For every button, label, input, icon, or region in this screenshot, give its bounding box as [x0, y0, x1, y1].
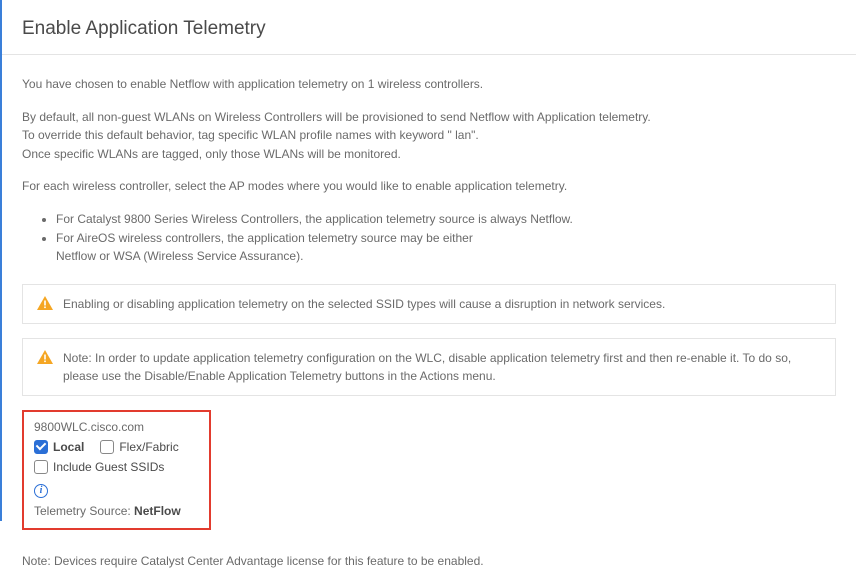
alert-note-text: Note: In order to update application tel… [63, 349, 821, 385]
telemetry-source: Telemetry Source: NetFlow [34, 504, 199, 518]
intro-line-2b: To override this default behavior, tag s… [22, 126, 836, 145]
bullet-item-2-text: For AireOS wireless controllers, the app… [56, 231, 473, 245]
intro-line-2c: Once specific WLANs are tagged, only tho… [22, 145, 836, 164]
intro-line-2a: By default, all non-guest WLANs on Wirel… [22, 108, 836, 127]
checkbox-include-guest[interactable]: Include Guest SSIDs [34, 460, 164, 474]
checkbox-include-guest-label: Include Guest SSIDs [53, 460, 164, 474]
alert-disruption-text: Enabling or disabling application teleme… [63, 295, 665, 313]
bullet-item-2: For AireOS wireless controllers, the app… [56, 229, 836, 266]
checkbox-include-guest-box[interactable] [34, 460, 48, 474]
warning-icon [37, 296, 53, 310]
intro-line-3: For each wireless controller, select the… [22, 177, 836, 196]
guest-ssid-row: Include Guest SSIDs [34, 460, 199, 474]
checkbox-local[interactable]: Local [34, 440, 84, 454]
checkbox-flex-fabric[interactable]: Flex/Fabric [100, 440, 178, 454]
page-title: Enable Application Telemetry [2, 0, 856, 54]
info-icon[interactable]: i [34, 484, 48, 498]
intro-block-3: For each wireless controller, select the… [22, 177, 836, 196]
checkbox-local-label: Local [53, 440, 84, 454]
bullet-list: For Catalyst 9800 Series Wireless Contro… [22, 210, 836, 266]
telemetry-source-label: Telemetry Source: [34, 504, 134, 518]
warning-icon [37, 350, 53, 364]
bullet-item-1: For Catalyst 9800 Series Wireless Contro… [56, 210, 836, 229]
checkbox-flex-fabric-box[interactable] [100, 440, 114, 454]
intro-line-1: You have chosen to enable Netflow with a… [22, 75, 836, 94]
device-config-box: 9800WLC.cisco.com Local Flex/Fabric Incl… [22, 410, 211, 530]
intro-block-2: By default, all non-guest WLANs on Wirel… [22, 108, 836, 164]
telemetry-source-value: NetFlow [134, 504, 181, 518]
alert-disruption: Enabling or disabling application teleme… [22, 284, 836, 324]
checkbox-flex-fabric-label: Flex/Fabric [119, 440, 178, 454]
intro-block-1: You have chosen to enable Netflow with a… [22, 75, 836, 94]
checkbox-local-box[interactable] [34, 440, 48, 454]
footer-note: Note: Devices require Catalyst Center Ad… [2, 554, 856, 568]
device-name: 9800WLC.cisco.com [34, 420, 199, 434]
ap-mode-row: Local Flex/Fabric [34, 440, 199, 454]
bullet-item-2-cont: Netflow or WSA (Wireless Service Assuran… [56, 249, 303, 263]
alert-note: Note: In order to update application tel… [22, 338, 836, 396]
